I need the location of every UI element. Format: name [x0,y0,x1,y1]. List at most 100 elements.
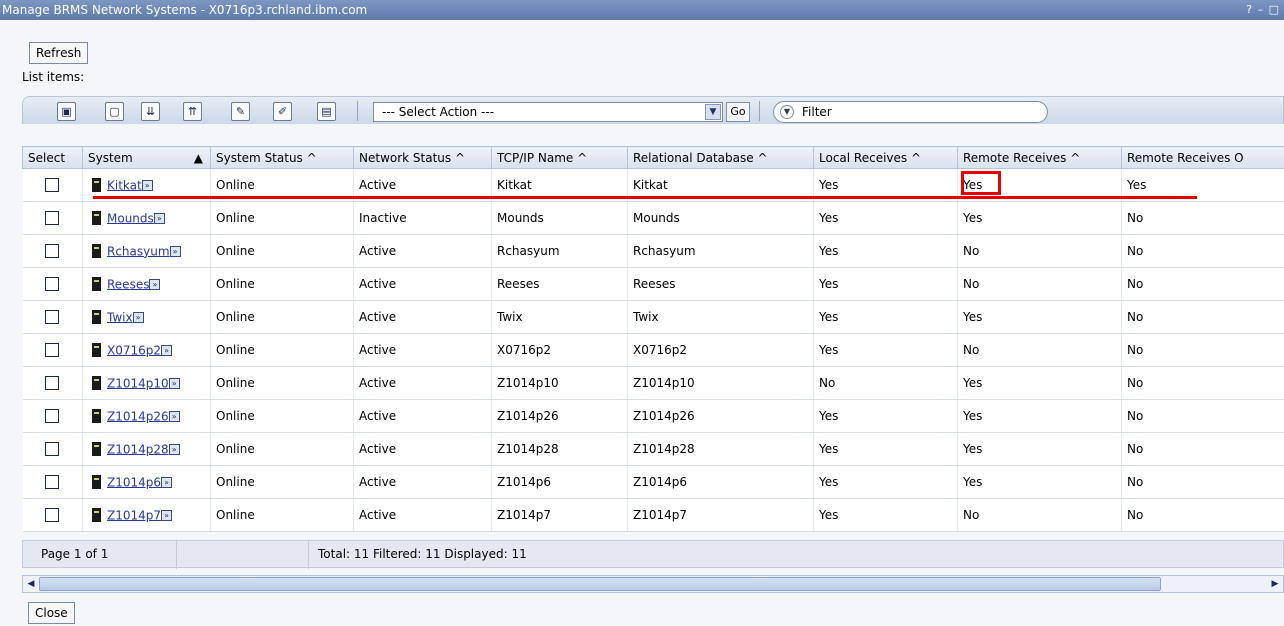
context-menu-icon[interactable]: » [169,245,181,257]
row-select-cell [22,300,83,334]
system-status-cell: Online [210,399,354,433]
row-checkbox[interactable] [44,211,59,226]
column-header-system-status[interactable]: System Status ^ [210,146,354,169]
table-row[interactable]: Mounds» Online Inactive Mounds Mounds Yes Yes N… [22,201,1284,235]
scrollbar-thumb[interactable] [39,577,1161,591]
row-checkbox[interactable] [44,310,59,325]
context-menu-icon[interactable]: » [161,509,173,521]
relational-database-cell: Z1014p28 [627,432,814,466]
sort-icon[interactable]: ^ [577,151,587,165]
footer-divider [176,541,177,569]
close-button[interactable]: Close [28,602,75,624]
sort-ascending-icon[interactable]: ▲ [194,151,209,165]
sort-icon[interactable]: ^ [757,151,767,165]
window-controls[interactable]: ? – □ [1246,0,1280,20]
column-header-label: Local Receives [819,150,908,165]
system-icon [92,343,101,358]
collapse-icon[interactable]: ⇈ [183,102,202,121]
list-items-label: List items: [22,70,85,84]
system-status-cell: Online [210,201,354,235]
column-header-relational-database[interactable]: Relational Database ^ [627,146,814,169]
row-checkbox[interactable] [44,277,59,292]
system-link[interactable]: X0716p2 [107,343,161,357]
system-link[interactable]: Z1014p6 [107,475,161,489]
context-menu-icon[interactable]: » [161,476,173,488]
system-link[interactable]: Kitkat [107,178,142,192]
deselect-all-icon[interactable]: ▢ [105,102,124,121]
chevron-down-icon[interactable]: ▼ [705,104,721,120]
column-header-remote-receives-o[interactable]: Remote Receives O [1121,146,1284,169]
remote-receives-cell: No [957,498,1122,532]
table-row[interactable]: X0716p2» Online Active X0716p2 X0716p2 Yes No N… [22,333,1284,367]
filter-input[interactable]: ▼ Filter [773,101,1048,123]
column-header-label: Remote Receives [963,150,1067,165]
table-row[interactable]: Z1014p7» Online Active Z1014p7 Z1014p7 Yes No N… [22,498,1284,532]
scroll-right-icon[interactable]: ▶ [1268,577,1282,591]
system-link[interactable]: Z1014p26 [107,409,169,423]
row-select-cell [22,366,83,400]
column-header-tcpip-name[interactable]: TCP/IP Name ^ [491,146,628,169]
expand-icon[interactable]: ⇊ [141,102,160,121]
column-header-network-status[interactable]: Network Status ^ [353,146,492,169]
row-checkbox[interactable] [44,178,59,193]
system-cell: Mounds» [82,201,211,235]
column-header-remote-receives[interactable]: Remote Receives ^ [957,146,1122,169]
system-link[interactable]: Twix [107,310,133,324]
remote-receives-o-cell: No [1121,399,1284,433]
context-menu-icon[interactable]: » [161,344,173,356]
row-checkbox[interactable] [44,343,59,358]
tcpip-name-cell: Z1014p10 [491,366,628,400]
table-row[interactable]: Z1014p28» Online Active Z1014p28 Z1014p28 Yes… [22,432,1284,466]
table-row[interactable]: Twix» Online Active Twix Twix Yes Yes No [22,300,1284,334]
go-button[interactable]: Go [726,102,750,122]
tcpip-name-cell: Z1014p6 [491,465,628,499]
column-header-system[interactable]: System ▲ [82,146,211,169]
row-checkbox[interactable] [44,442,59,457]
table-row[interactable]: Z1014p6» Online Active Z1014p6 Z1014p6 Yes Yes… [22,465,1284,499]
clear-sort-icon[interactable]: ✐ [273,102,292,121]
sort-icon[interactable]: ^ [1070,151,1080,165]
row-checkbox[interactable] [44,508,59,523]
system-link[interactable]: Rchasyum [107,244,170,258]
table-row[interactable]: Z1014p10» Online Active Z1014p10 Z1014p10 No Y… [22,366,1284,400]
horizontal-scrollbar[interactable]: ◀ ▶ [22,575,1284,593]
column-header-select[interactable]: Select [22,146,83,169]
system-icon [92,442,101,457]
row-checkbox[interactable] [44,409,59,424]
row-checkbox[interactable] [44,376,59,391]
row-select-cell [22,432,83,466]
remote-receives-cell: Yes [957,366,1122,400]
select-all-icon[interactable]: ▣ [57,102,76,121]
table-row[interactable]: Reeses» Online Active Reeses Reeses Yes No No [22,267,1284,301]
system-icon [92,244,101,259]
context-menu-icon[interactable]: » [141,179,153,191]
network-status-cell: Active [353,399,492,433]
row-checkbox[interactable] [44,244,59,259]
sort-icon[interactable]: ^ [307,151,317,165]
scroll-left-icon[interactable]: ◀ [24,577,38,591]
system-link[interactable]: Reeses [107,277,149,291]
table-row[interactable]: Z1014p26» Online Active Z1014p26 Z1014p26 Yes… [22,399,1284,433]
refresh-button[interactable]: Refresh [29,42,89,64]
column-header-local-receives[interactable]: Local Receives ^ [813,146,958,169]
system-link[interactable]: Z1014p28 [107,442,169,456]
system-status-cell: Online [210,366,354,400]
column-config-icon[interactable]: ▤ [317,102,336,121]
context-menu-icon[interactable]: » [168,443,180,455]
local-receives-cell: Yes [813,465,958,499]
select-action-dropdown[interactable]: --- Select Action --- ▼ [373,102,723,122]
edit-sort-icon[interactable]: ✎ [231,102,250,121]
system-link[interactable]: Mounds [107,211,154,225]
sort-icon[interactable]: ^ [911,151,921,165]
table-row[interactable]: Rchasyum» Online Active Rchasyum Rchasyum Yes… [22,234,1284,268]
sort-icon[interactable]: ^ [455,151,465,165]
context-menu-icon[interactable]: » [168,377,180,389]
context-menu-icon[interactable]: » [149,278,161,290]
context-menu-icon[interactable]: » [132,311,144,323]
context-menu-icon[interactable]: » [168,410,180,422]
filter-menu-icon[interactable]: ▼ [780,105,794,119]
row-checkbox[interactable] [44,475,59,490]
system-link[interactable]: Z1014p10 [107,376,169,390]
context-menu-icon[interactable]: » [153,212,165,224]
system-link[interactable]: Z1014p7 [107,508,161,522]
